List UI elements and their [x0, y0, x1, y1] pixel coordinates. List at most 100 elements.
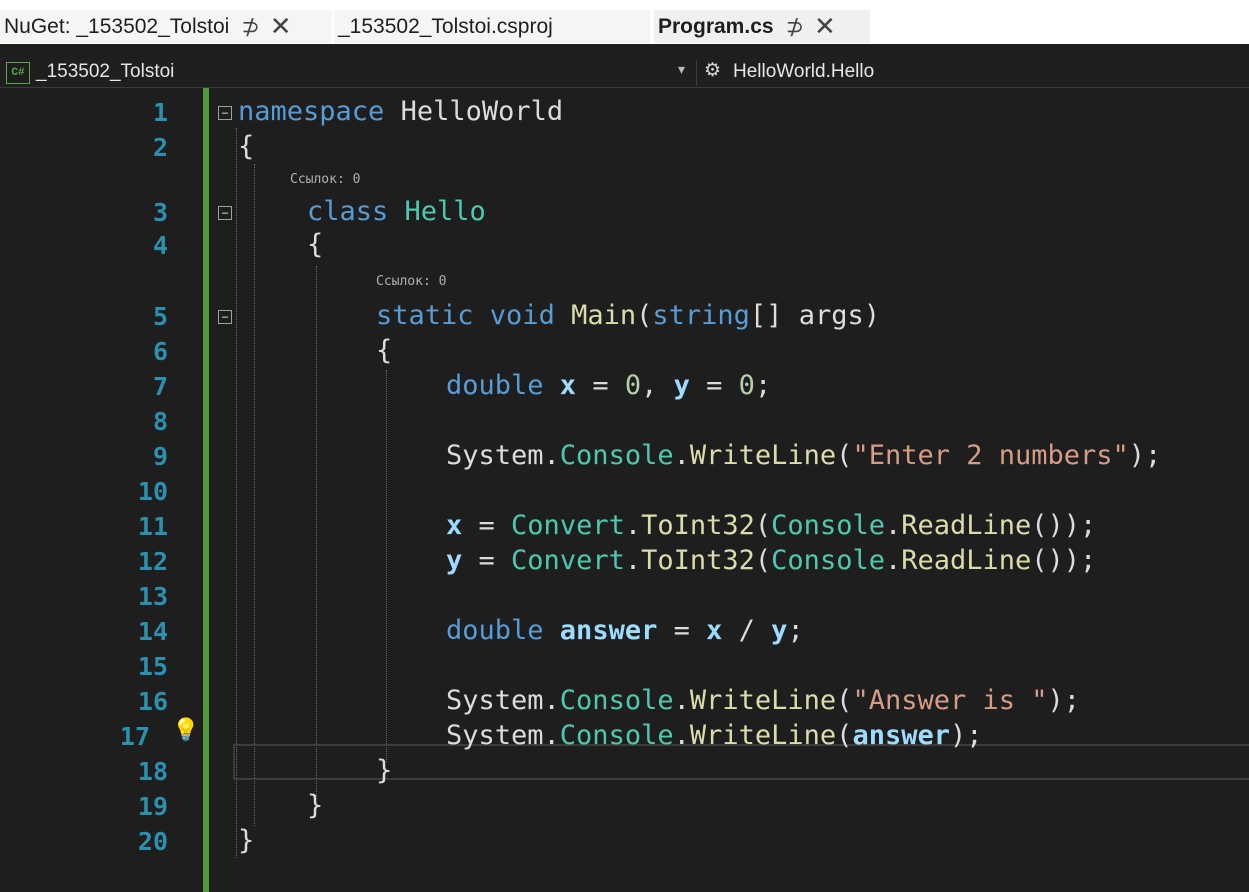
line-number: 10 [137, 477, 168, 506]
token: 0 [624, 370, 642, 401]
tab-nuget[interactable]: NuGet: _153502_Tolstoi ⊅ ✕ [0, 10, 332, 43]
token: answer [543, 615, 658, 646]
token: class [307, 196, 389, 227]
token: System. [446, 685, 560, 716]
token: ; [754, 370, 772, 401]
token: ()); [1031, 545, 1097, 576]
line-number: 3 [152, 198, 168, 227]
token: . [884, 545, 902, 576]
token: static [376, 300, 474, 331]
token: ()); [1031, 510, 1097, 541]
token: WriteLine [689, 685, 837, 716]
token: [] args) [749, 300, 880, 331]
chevron-down-icon[interactable]: ▾ [678, 61, 685, 78]
code-line: double answer = x / y; [446, 615, 804, 646]
token: ( [636, 300, 653, 331]
code-line: class Hello [307, 196, 486, 227]
token: ReadLine [901, 545, 1032, 576]
code-line: namespace HelloWorld [238, 96, 563, 127]
collapse-icon[interactable]: − [218, 106, 232, 120]
collapse-icon[interactable]: − [218, 310, 232, 324]
code-line: System.Console.WriteLine("Enter 2 number… [446, 440, 1161, 471]
token: System. [446, 720, 560, 751]
code-editor[interactable]: 1 2 3 4 5 6 7 8 9 10 11 12 13 14 15 16 1… [0, 88, 1249, 892]
token: . [884, 510, 902, 541]
line-number: 12 [137, 547, 168, 576]
tab-label: Program.cs [658, 14, 774, 38]
navbar-divider [696, 60, 697, 86]
token: WriteLine [689, 720, 837, 751]
line-number: 15 [137, 652, 168, 681]
token: namespace [238, 96, 385, 127]
token: WriteLine [689, 440, 837, 471]
token: . [624, 510, 642, 541]
token: , [641, 370, 674, 401]
token: ( [836, 720, 853, 751]
token: Convert [511, 545, 625, 576]
token: Console [559, 685, 674, 716]
code-lens-references[interactable]: Ссылок: 0 [290, 172, 360, 187]
code-line: } [376, 755, 393, 786]
token: . [673, 720, 690, 751]
code-line: { [238, 131, 255, 162]
pin-icon[interactable]: ⊅ [786, 14, 804, 40]
tab-label: _153502_Tolstoi.csproj [338, 14, 553, 38]
code-lens-references[interactable]: Ссылок: 0 [376, 274, 446, 289]
token: double [446, 370, 544, 401]
pin-icon[interactable]: ⊅ [241, 14, 259, 40]
code-line: System.Console.WriteLine("Answer is "); [446, 685, 1080, 716]
token: "Enter 2 numbers" [852, 440, 1129, 471]
tab-program-cs[interactable]: Program.cs ⊅ ✕ [654, 10, 870, 43]
type-dropdown[interactable]: HelloWorld.Hello [733, 61, 874, 83]
document-tab-strip: NuGet: _153502_Tolstoi ⊅ ✕ _153502_Tolst… [0, 0, 1249, 44]
token: Convert [511, 510, 625, 541]
token: Console [559, 440, 674, 471]
token: System. [446, 440, 560, 471]
token: ); [1128, 440, 1162, 471]
close-icon[interactable]: ✕ [814, 11, 836, 42]
close-icon[interactable]: ✕ [270, 11, 292, 42]
project-dropdown[interactable]: _153502_Tolstoi [36, 61, 174, 83]
token: Console [559, 720, 674, 751]
tab-label: NuGet: _153502_Tolstoi [4, 14, 230, 38]
line-number: 2 [152, 133, 168, 162]
line-number: 19 [137, 792, 168, 821]
token: Console [771, 545, 885, 576]
code-line: System.Console.WriteLine(answer); [446, 720, 983, 751]
token: double [446, 615, 544, 646]
token: x [543, 370, 577, 401]
token: x [706, 615, 723, 646]
token: Hello [388, 196, 486, 227]
indent-guide [254, 164, 255, 826]
indent-guide [316, 266, 317, 796]
token: answer [852, 720, 950, 751]
line-number: 11 [137, 512, 168, 541]
code-line: { [376, 335, 393, 366]
code-line: } [307, 790, 324, 821]
token: string [652, 300, 750, 331]
code-line: double x = 0, y = 0; [446, 370, 771, 401]
token: ( [836, 440, 853, 471]
tab-csproj[interactable]: _153502_Tolstoi.csproj [334, 10, 650, 43]
token: . [673, 440, 690, 471]
collapse-icon[interactable]: − [218, 206, 232, 220]
token: y [673, 370, 690, 401]
token: 0 [738, 370, 755, 401]
line-number: 20 [137, 827, 168, 856]
token: = [462, 545, 512, 576]
token: . [624, 545, 642, 576]
line-number: 14 [137, 617, 168, 646]
token: ToInt32 [641, 545, 755, 576]
line-number: 4 [152, 231, 168, 260]
change-tracking-bar [203, 88, 209, 892]
line-number: 17 [119, 722, 150, 751]
code-line: } [238, 825, 255, 856]
code-line: static void Main(string[] args) [376, 300, 880, 331]
token: ); [949, 720, 983, 751]
lightbulb-icon[interactable]: 💡 [172, 718, 199, 743]
line-number: 1 [152, 98, 168, 127]
indent-guide [386, 370, 387, 762]
token: y [771, 615, 788, 646]
token: ToInt32 [641, 510, 755, 541]
line-number: 8 [152, 407, 168, 436]
